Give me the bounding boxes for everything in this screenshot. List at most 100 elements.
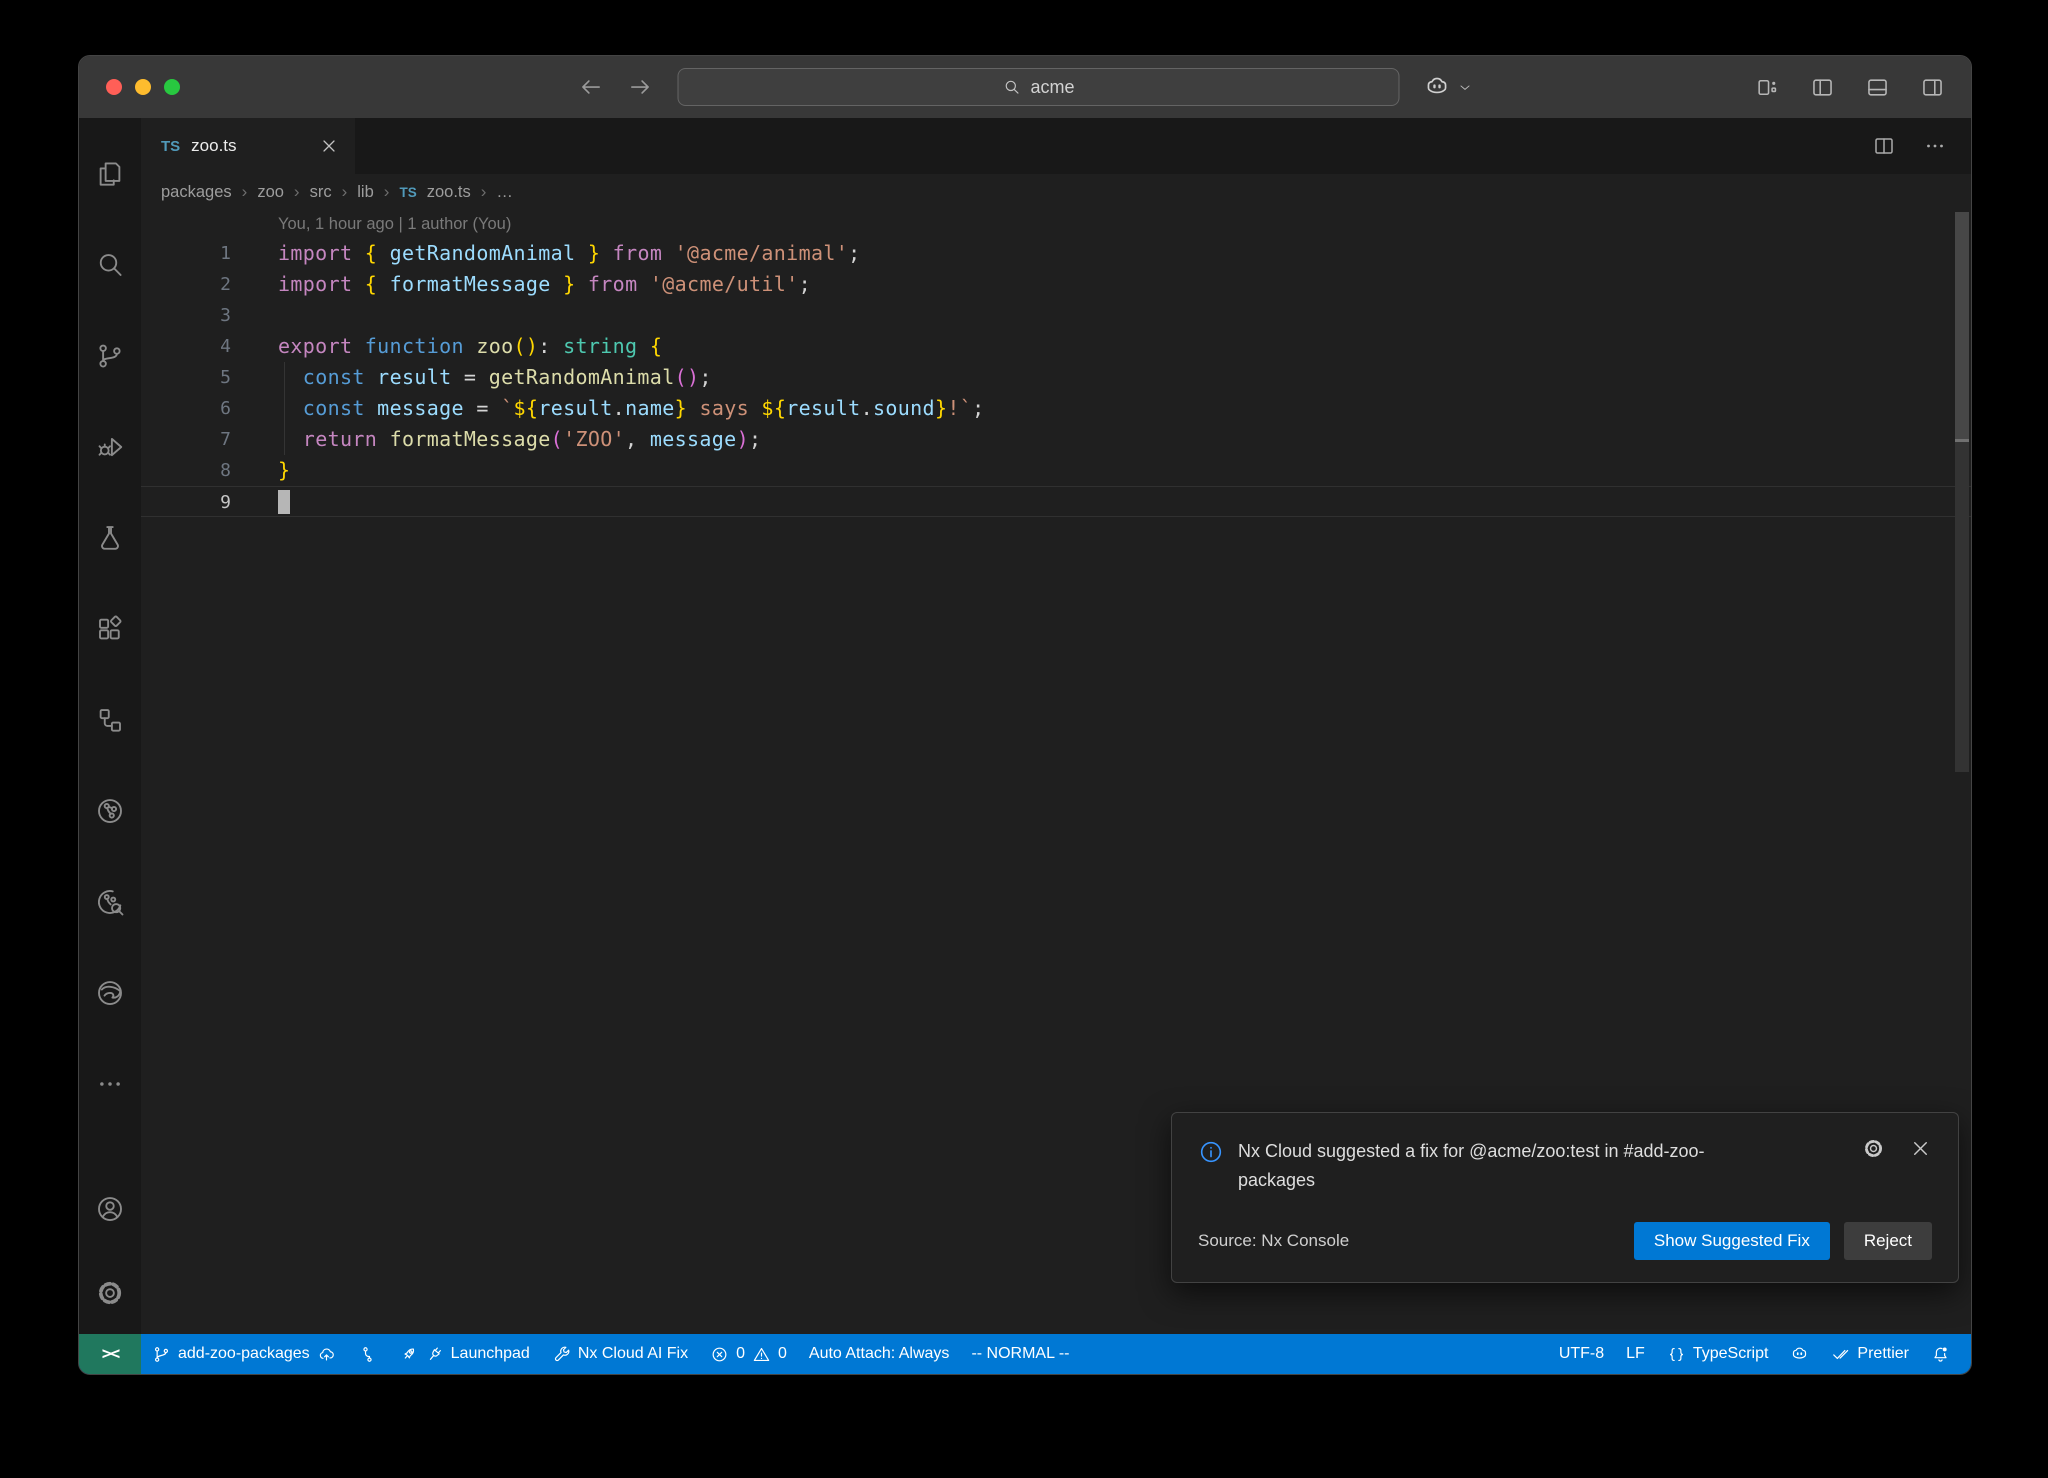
status-encoding[interactable]: UTF-8: [1548, 1334, 1615, 1374]
status-vim-mode[interactable]: -- NORMAL --: [960, 1334, 1080, 1374]
code-lines: 1 import { getRandomAnimal } from '@acme/…: [141, 238, 1971, 517]
status-auto-attach[interactable]: Auto Attach: Always: [798, 1334, 961, 1374]
code-line-7[interactable]: 7 return formatMessage('ZOO', message);: [141, 424, 1971, 455]
source-control-icon[interactable]: [95, 341, 125, 371]
code-text: const message = `${result.name} says ${r…: [278, 393, 985, 424]
status-label: -- NORMAL --: [971, 1345, 1069, 1363]
split-editor-icon[interactable]: [1872, 134, 1896, 158]
window-controls: [106, 79, 180, 95]
status-label: add-zoo-packages: [178, 1345, 310, 1363]
code-text: const result = getRandomAnimal();: [278, 362, 712, 393]
copilot-icon: [1424, 74, 1451, 101]
tab-zoo-ts[interactable]: TS zoo.ts: [141, 118, 355, 174]
typescript-file-icon: TS: [161, 138, 180, 155]
show-suggested-fix-button[interactable]: Show Suggested Fix: [1634, 1222, 1830, 1260]
graph-search-icon[interactable]: [95, 887, 125, 917]
notification-close-icon[interactable]: [1909, 1137, 1932, 1160]
ellipsis-icon[interactable]: [95, 1069, 125, 1099]
code-line-4[interactable]: 4 export function zoo(): string {: [141, 331, 1971, 362]
code-line-1[interactable]: 1 import { getRandomAnimal } from '@acme/…: [141, 238, 1971, 269]
status-problems[interactable]: 00: [699, 1334, 798, 1374]
toggle-panel-icon[interactable]: [1865, 75, 1890, 100]
status-eol[interactable]: LF: [1615, 1334, 1656, 1374]
customize-layout-icon[interactable]: [1755, 75, 1780, 100]
cloud-upload-icon: [317, 1345, 336, 1364]
breadcrumb-item[interactable]: lib: [357, 183, 374, 202]
breadcrumb-item[interactable]: packages: [161, 183, 232, 202]
search-value: acme: [1030, 77, 1074, 98]
breadcrumb-overflow[interactable]: …: [496, 183, 513, 202]
code-line-5[interactable]: 5 const result = getRandomAnimal();: [141, 362, 1971, 393]
wrench-icon: [552, 1345, 571, 1364]
forward-icon[interactable]: [628, 74, 654, 100]
code-text: return formatMessage('ZOO', message);: [278, 424, 761, 455]
commit-icon: [358, 1345, 377, 1364]
breadcrumb-item-file[interactable]: zoo.ts: [427, 183, 471, 202]
tab-bar: TS zoo.ts: [141, 118, 1971, 174]
code-text: export function zoo(): string {: [278, 331, 662, 362]
status-bar: >< add-zoo-packages LaunchpadNx Cloud AI …: [79, 1334, 1971, 1374]
vscode-window: acme TS zoo.ts: [78, 55, 1972, 1375]
debug-icon[interactable]: [95, 432, 125, 462]
back-icon[interactable]: [578, 74, 604, 100]
line-number: 4: [141, 331, 231, 362]
code-text: import { formatMessage } from '@acme/uti…: [278, 269, 811, 300]
status-launchpad[interactable]: Launchpad: [388, 1334, 541, 1374]
reject-button[interactable]: Reject: [1844, 1222, 1932, 1260]
extensions-icon[interactable]: [95, 614, 125, 644]
indent-guide: [284, 362, 285, 455]
account-icon[interactable]: [95, 1194, 125, 1224]
toggle-secondary-sidebar-icon[interactable]: [1920, 75, 1945, 100]
warning-icon: [752, 1345, 771, 1364]
rocket-icon: [399, 1345, 418, 1364]
notification-settings-icon[interactable]: [1862, 1137, 1885, 1160]
layout-controls: [1755, 75, 1945, 100]
zoom-window-button[interactable]: [164, 79, 180, 95]
status-label: 0: [778, 1345, 787, 1363]
breadcrumb-item[interactable]: zoo: [257, 183, 284, 202]
typescript-file-icon: TS: [399, 185, 416, 200]
status-notifications[interactable]: [1920, 1334, 1961, 1374]
close-window-button[interactable]: [106, 79, 122, 95]
minimize-window-button[interactable]: [135, 79, 151, 95]
edge-icon[interactable]: [95, 978, 125, 1008]
code-line-3[interactable]: 3: [141, 300, 1971, 331]
remote-indicator[interactable]: ><: [79, 1334, 141, 1374]
code-line-8[interactable]: 8}: [141, 455, 1971, 486]
line-number: 3: [141, 300, 231, 331]
notification-message: Nx Cloud suggested a fix for @acme/zoo:t…: [1238, 1137, 1778, 1196]
gear-icon[interactable]: [95, 1278, 125, 1308]
status-git-branch[interactable]: add-zoo-packages: [141, 1334, 347, 1374]
tab-close-icon[interactable]: [319, 136, 339, 156]
error-icon: [710, 1345, 729, 1364]
code-text: [278, 487, 290, 516]
more-actions-icon[interactable]: [1923, 134, 1947, 158]
code-line-6[interactable]: 6 const message = `${result.name} says $…: [141, 393, 1971, 424]
code-line-2[interactable]: 2import { formatMessage } from '@acme/ut…: [141, 269, 1971, 300]
graph-circle-icon[interactable]: [95, 796, 125, 826]
beaker-icon[interactable]: [95, 523, 125, 553]
nx-console-icon[interactable]: [95, 705, 125, 735]
line-number: 1: [141, 238, 231, 269]
files-icon[interactable]: [95, 159, 125, 189]
search-icon[interactable]: [95, 250, 125, 280]
status-prettier[interactable]: Prettier: [1820, 1334, 1920, 1374]
braces-icon: [1667, 1345, 1686, 1364]
status-language[interactable]: TypeScript: [1656, 1334, 1780, 1374]
command-center-search[interactable]: acme: [678, 68, 1400, 106]
status-nx-generate[interactable]: [347, 1334, 388, 1374]
code-line-9[interactable]: 9: [141, 486, 1971, 517]
line-number: 5: [141, 362, 231, 393]
status-label: Prettier: [1857, 1345, 1909, 1363]
status-label: LF: [1626, 1345, 1645, 1363]
status-nx-cloud-ai-fix[interactable]: Nx Cloud AI Fix: [541, 1334, 699, 1374]
status-bar-right: UTF-8 LF TypeScript Prettier: [1548, 1334, 1961, 1374]
breadcrumb-separator-icon: ›: [242, 182, 248, 202]
activity-bar-top: [95, 159, 125, 1099]
toggle-sidebar-icon[interactable]: [1810, 75, 1835, 100]
copilot-menu[interactable]: [1424, 74, 1473, 101]
breadcrumb-item[interactable]: src: [310, 183, 332, 202]
line-number: 8: [141, 455, 231, 486]
code-text: import { getRandomAnimal } from '@acme/a…: [278, 238, 861, 269]
status-copilot[interactable]: [1779, 1334, 1820, 1374]
